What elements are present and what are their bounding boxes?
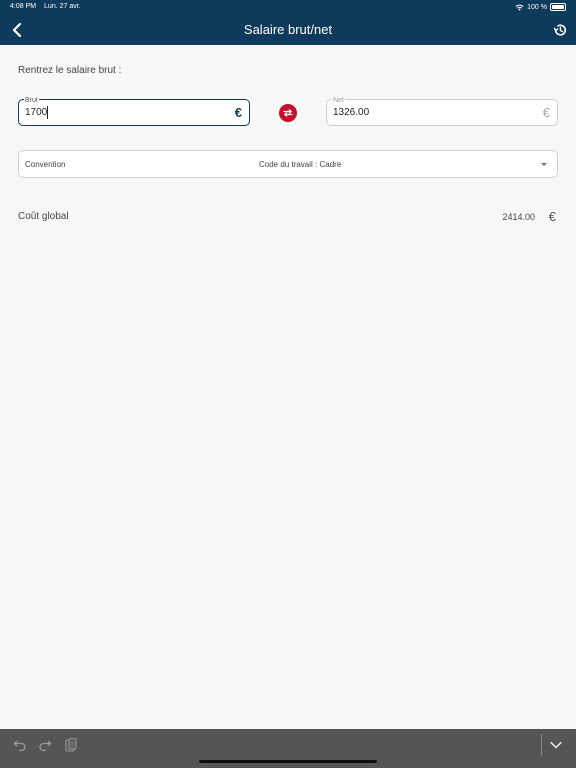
text-cursor	[47, 106, 48, 119]
history-icon	[553, 24, 567, 36]
net-label: Net	[332, 97, 345, 104]
input-prompt: Rentrez le salaire brut :	[18, 65, 122, 76]
brut-input[interactable]: 1700	[25, 107, 215, 118]
redo-button[interactable]	[37, 737, 53, 753]
convention-select[interactable]: Convention Code du travail : Cadre	[18, 150, 558, 178]
undo-button[interactable]	[12, 737, 28, 753]
history-button[interactable]	[550, 20, 570, 40]
toolbar-divider	[541, 734, 542, 756]
convention-label: Convention	[25, 160, 66, 169]
convention-value: Code du travail : Cadre	[259, 160, 342, 169]
battery-icon	[550, 3, 566, 11]
euro-icon: €	[548, 209, 556, 224]
swap-button[interactable]	[279, 104, 297, 122]
dismiss-keyboard-button[interactable]	[548, 737, 564, 753]
euro-icon: €	[234, 105, 242, 120]
home-indicator	[199, 760, 377, 763]
swap-arrows-icon	[283, 109, 293, 117]
net-salary-field[interactable]: Net 1326.00 €	[326, 97, 558, 126]
status-bar-left: 4:08 PM Lun. 27 avr.	[10, 3, 87, 10]
undo-icon	[13, 740, 26, 751]
page-title: Salaire brut/net	[243, 22, 333, 37]
brut-label: Brut	[24, 97, 39, 104]
paste-button[interactable]	[63, 737, 79, 753]
euro-icon: €	[542, 105, 550, 120]
status-bar-right: 100 %	[515, 3, 566, 11]
status-time: 4:08 PM	[10, 3, 37, 10]
net-input[interactable]: 1326.00	[333, 107, 523, 118]
battery-percent: 100 %	[527, 3, 547, 11]
clipboard-icon	[65, 738, 77, 752]
chevron-down-icon	[550, 741, 562, 749]
redo-icon	[39, 740, 52, 751]
status-date: Lun. 27 avr.	[44, 3, 81, 10]
wifi-icon	[515, 4, 524, 11]
brut-salary-field[interactable]: Brut 1700 €	[18, 97, 250, 126]
cost-label: Coût global	[18, 211, 69, 222]
app-header: 4:08 PM Lun. 27 avr. 100 % Salaire brut/…	[0, 0, 576, 45]
cost-value: 2414.00	[502, 212, 535, 222]
dropdown-arrow-icon	[541, 163, 547, 166]
